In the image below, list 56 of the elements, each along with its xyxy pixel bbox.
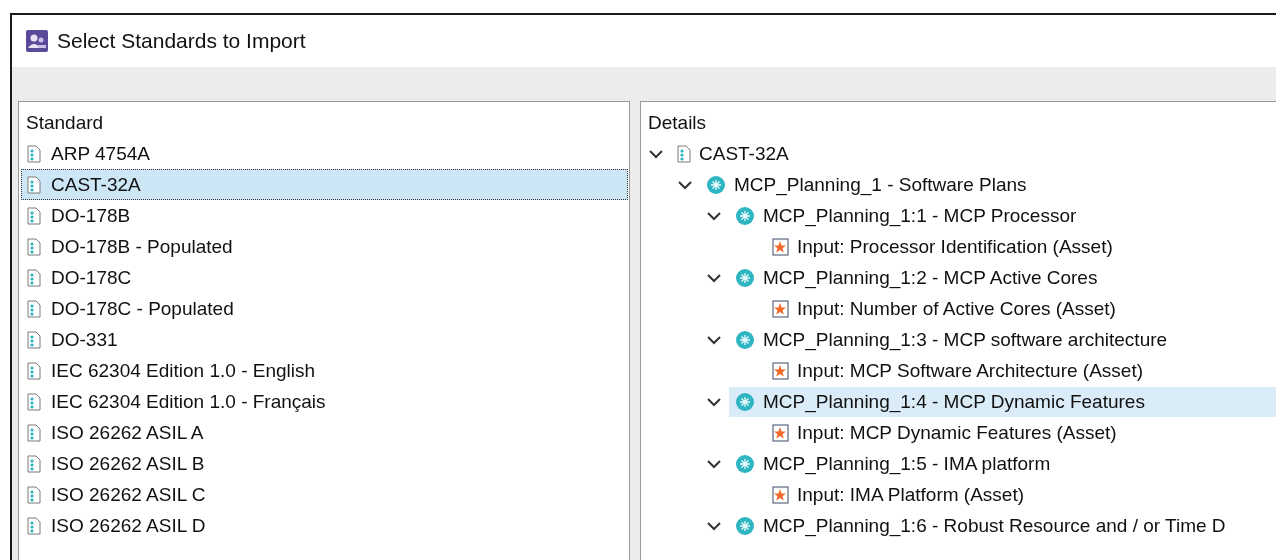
- list-item[interactable]: ISO 26262 ASIL B: [21, 448, 628, 479]
- tree-item[interactable]: MCP_Planning_1:4 - MCP Dynamic Features: [729, 386, 1276, 417]
- list-item[interactable]: IEC 62304 Edition 1.0 - Français: [21, 386, 628, 417]
- document-icon: [27, 330, 41, 349]
- list-item[interactable]: ISO 26262 ASIL D: [21, 510, 628, 541]
- document-icon: [27, 361, 41, 380]
- objective-icon: [706, 174, 726, 195]
- list-item[interactable]: DO-178C: [21, 262, 628, 293]
- star-chart-icon: [771, 485, 789, 504]
- document-icon: [27, 392, 41, 411]
- list-item[interactable]: IEC 62304 Edition 1.0 - English: [21, 355, 628, 386]
- window-title: Select Standards to Import: [57, 29, 306, 53]
- star-chart-icon: [771, 423, 789, 442]
- document-icon: [27, 516, 41, 535]
- objective-icon: [735, 205, 755, 226]
- document-icon: [27, 299, 41, 318]
- document-icon: [27, 268, 41, 287]
- list-item[interactable]: DO-178B - Populated: [21, 231, 628, 262]
- app-icon: [26, 30, 48, 52]
- objective-icon: [735, 391, 755, 412]
- document-icon: [27, 206, 41, 225]
- column-header: Standard: [25, 111, 105, 135]
- tree-item[interactable]: MCP_Planning_1:5 - IMA platform: [729, 448, 1276, 479]
- tree-item[interactable]: MCP_Planning_1:2 - MCP Active Cores: [729, 262, 1276, 293]
- list-item[interactable]: DO-178B: [21, 200, 628, 231]
- tree-item[interactable]: Input: IMA Platform (Asset): [765, 479, 1276, 510]
- list-item[interactable]: CAST-32A: [21, 169, 628, 200]
- document-icon: [27, 237, 41, 256]
- tree-item[interactable]: Input: Processor Identification (Asset): [765, 231, 1276, 262]
- objective-icon: [735, 267, 755, 288]
- list-item[interactable]: ISO 26262 ASIL C: [21, 479, 628, 510]
- tree-item[interactable]: CAST-32A: [671, 138, 1276, 169]
- column-header: Details: [647, 111, 708, 135]
- list-item[interactable]: ISO 26262 ASIL A: [21, 417, 628, 448]
- list-item[interactable]: DO-178C - Populated: [21, 293, 628, 324]
- tree-item[interactable]: Input: MCP Dynamic Features (Asset): [765, 417, 1276, 448]
- objective-icon: [735, 453, 755, 474]
- document-icon: [27, 423, 41, 442]
- document-icon: [27, 485, 41, 504]
- star-chart-icon: [771, 299, 789, 318]
- tree-item[interactable]: MCP_Planning_1:1 - MCP Processor: [729, 200, 1276, 231]
- tree-item[interactable]: MCP_Planning_1:6 - Robust Resource and / or Time D: [729, 510, 1276, 541]
- tree-item[interactable]: Input: MCP Software Architecture (Asset): [765, 355, 1276, 386]
- tree-item[interactable]: MCP_Planning_1 - Software Plans: [700, 169, 1276, 200]
- star-chart-icon: [771, 237, 789, 256]
- objective-icon: [735, 515, 755, 536]
- list-item[interactable]: ARP 4754A: [21, 138, 628, 169]
- list-item[interactable]: DO-331: [21, 324, 628, 355]
- document-icon: [27, 144, 41, 163]
- tree-item[interactable]: Input: Number of Active Cores (Asset): [765, 293, 1276, 324]
- document-icon: [27, 454, 41, 473]
- document-icon: [27, 175, 41, 194]
- tree-item[interactable]: MCP_Planning_1:3 - MCP software architecture: [729, 324, 1276, 355]
- star-chart-icon: [771, 361, 789, 380]
- document-icon: [677, 144, 691, 163]
- objective-icon: [735, 329, 755, 350]
